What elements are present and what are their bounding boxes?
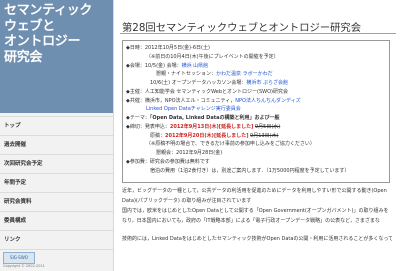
info-venue-night-label: 懇親・ナイトセッション： [156, 71, 217, 78]
info-manuscript-label: 原稿： [150, 132, 166, 139]
info-theme-value: 「Open Data, Linked Dataの構築と利用」および一般 [149, 115, 280, 121]
intro-line: 近年，ビッグデータの一種として，公共データの利活用を促進のためにデータを利用しや… [122, 188, 387, 194]
main-content: 第28回セマンティックウェブとオントロジー研究会 ◆日時：2012年10月5日(… [118, 0, 398, 271]
info-manuscript-note: （※原稿不明の場合で、できるだけ事前の参加申し込みをご協力ください） [146, 141, 315, 148]
sidebar-item-committee[interactable]: 委員構成 [0, 212, 113, 231]
site-logo[interactable]: セマンティック ウェブと オントロジー 研究会 [0, 0, 113, 113]
info-date: ◆日時：2012年10月5日(金)-6日(土) [126, 45, 210, 51]
intro-text: 近年，ビッグデータの一種として，公共データの利活用を促進のためにデータを利用しや… [122, 186, 392, 244]
sidebar-item-annual-schedule[interactable]: 年間予定 [0, 174, 113, 193]
hackathon-venue-link[interactable]: 横浜市 ぷらざ会館 [246, 80, 288, 86]
info-cosponsor-label: ◆共催：横浜市，NPO法人エル・コミュニティ， [126, 97, 236, 104]
info-social-label: 懇親会： [156, 150, 177, 156]
sidebar: セマンティック ウェブと オントロジー 研究会 トップ 過去開催 次回研究会予定… [0, 0, 114, 271]
intro-spacer [122, 226, 392, 234]
site-logo-text: セマンティック ウェブと オントロジー 研究会 [4, 3, 93, 65]
info-venue-night: 懇親・ナイトセッション：かわだ温泉 ラボーかわだ [126, 70, 349, 79]
intro-line: 国内では，欧米をはじめとしたOpen Dataとして公開する「Open Gove… [122, 208, 389, 214]
info-venue-label: ◆会場：10/5(金) 会場： [126, 62, 182, 69]
sig-badge[interactable]: SIG-SWO [3, 252, 35, 264]
venue-link[interactable]: 横浜 山県館 [182, 63, 209, 69]
sidebar-item-top[interactable]: トップ [0, 116, 113, 136]
info-theme-label: ◆テーマ： [126, 115, 150, 121]
info-social-date: 2012年9月28日(金) [176, 150, 223, 156]
info-participation-note: 宿泊の費用（1泊2食付き）は，別途ご案内します．（1万5000円程度を予定してい… [150, 167, 350, 174]
manuscript-date: 2012年9月20日(木)[延長しました] [165, 132, 249, 139]
manuscript-old-date: 9月13日(木) [250, 132, 279, 139]
cosponsor-link[interactable]: NPO法人ちんちんダンディズ [235, 98, 300, 104]
event-info-box: ◆日時：2012年10月5日(金)-6日(土) （※前日の10月4日(木)午後に… [122, 40, 390, 183]
info-venue-hackathon-label: 10/6(土) オープンデータハッカソン会場： [150, 80, 247, 86]
cooperation-link[interactable]: Linked Open Dataチャレンジ実行委員会 [146, 106, 241, 112]
intro-line: Data)(パブリックデータ) の取り組みが注目されています [122, 198, 252, 204]
info-social: 懇親会：2012年9月28日(金) [126, 149, 349, 158]
info-deadline-label: ◆締切：発表申込： [126, 123, 170, 130]
info-venue: ◆会場：10/5(金) 会場：横浜 山県館 [126, 62, 349, 71]
title-divider [120, 33, 396, 34]
sidebar-item-materials[interactable]: 研究会資料 [0, 193, 113, 212]
info-cosponsor: ◆共催：横浜市，NPO法人エル・コミュニティ，NPO法人ちんちんダンディズ [126, 97, 349, 106]
info-venue-hackathon: 10/6(土) オープンデータハッカソン会場：横浜市 ぷらざ会館 [126, 79, 349, 88]
deadline-old-date: 9月5日(水) [254, 123, 281, 130]
info-manuscript: 原稿：2012年9月20日(木)[延長しました] 9月13日(木) [126, 132, 349, 141]
sidebar-nav: トップ 過去開催 次回研究会予定 年間予定 研究会資料 委員構成 リンク [0, 116, 113, 250]
night-venue-link[interactable]: かわだ温泉 ラボーかわだ [216, 71, 273, 77]
sidebar-item-next-event[interactable]: 次回研究会予定 [0, 155, 113, 174]
intro-line: 技術的には，Linked Dataをはじめとしたセマンティック技術がOpen D… [122, 236, 392, 242]
deadline-date: 2012年9月13日(木)[延長しました] [169, 123, 254, 130]
info-theme: ◆テーマ：「Open Data, Linked Dataの構築と利用」および一般 [126, 114, 349, 123]
info-date-note: （※前日の10月4日(木)午後にプレイベントの開催を予定） [146, 53, 279, 60]
sidebar-item-links[interactable]: リンク [0, 231, 113, 250]
info-cooperation: Linked Open Dataチャレンジ実行委員会 [126, 105, 349, 114]
intro-line: なり，日本国内においても，政府の「IT戦略本部」による「電子行政オープンデータ戦… [122, 218, 380, 224]
info-deadline: ◆締切：発表申込：2012年9月13日(木)[延長しました] 9月5日(水) [126, 123, 349, 132]
info-organizer: ◆主催：人工知能学会 セマンティックWebとオントロジー(SWO)研究会 [126, 88, 288, 95]
copyright: Copyright © 2002-2011 [3, 264, 45, 268]
event-info-list: ◆日時：2012年10月5日(金)-6日(土) （※前日の10月4日(木)午後に… [126, 44, 349, 175]
info-participation: ◆参加費：研究会の参加費は無料です [126, 158, 210, 165]
sidebar-item-past-events[interactable]: 過去開催 [0, 136, 113, 155]
